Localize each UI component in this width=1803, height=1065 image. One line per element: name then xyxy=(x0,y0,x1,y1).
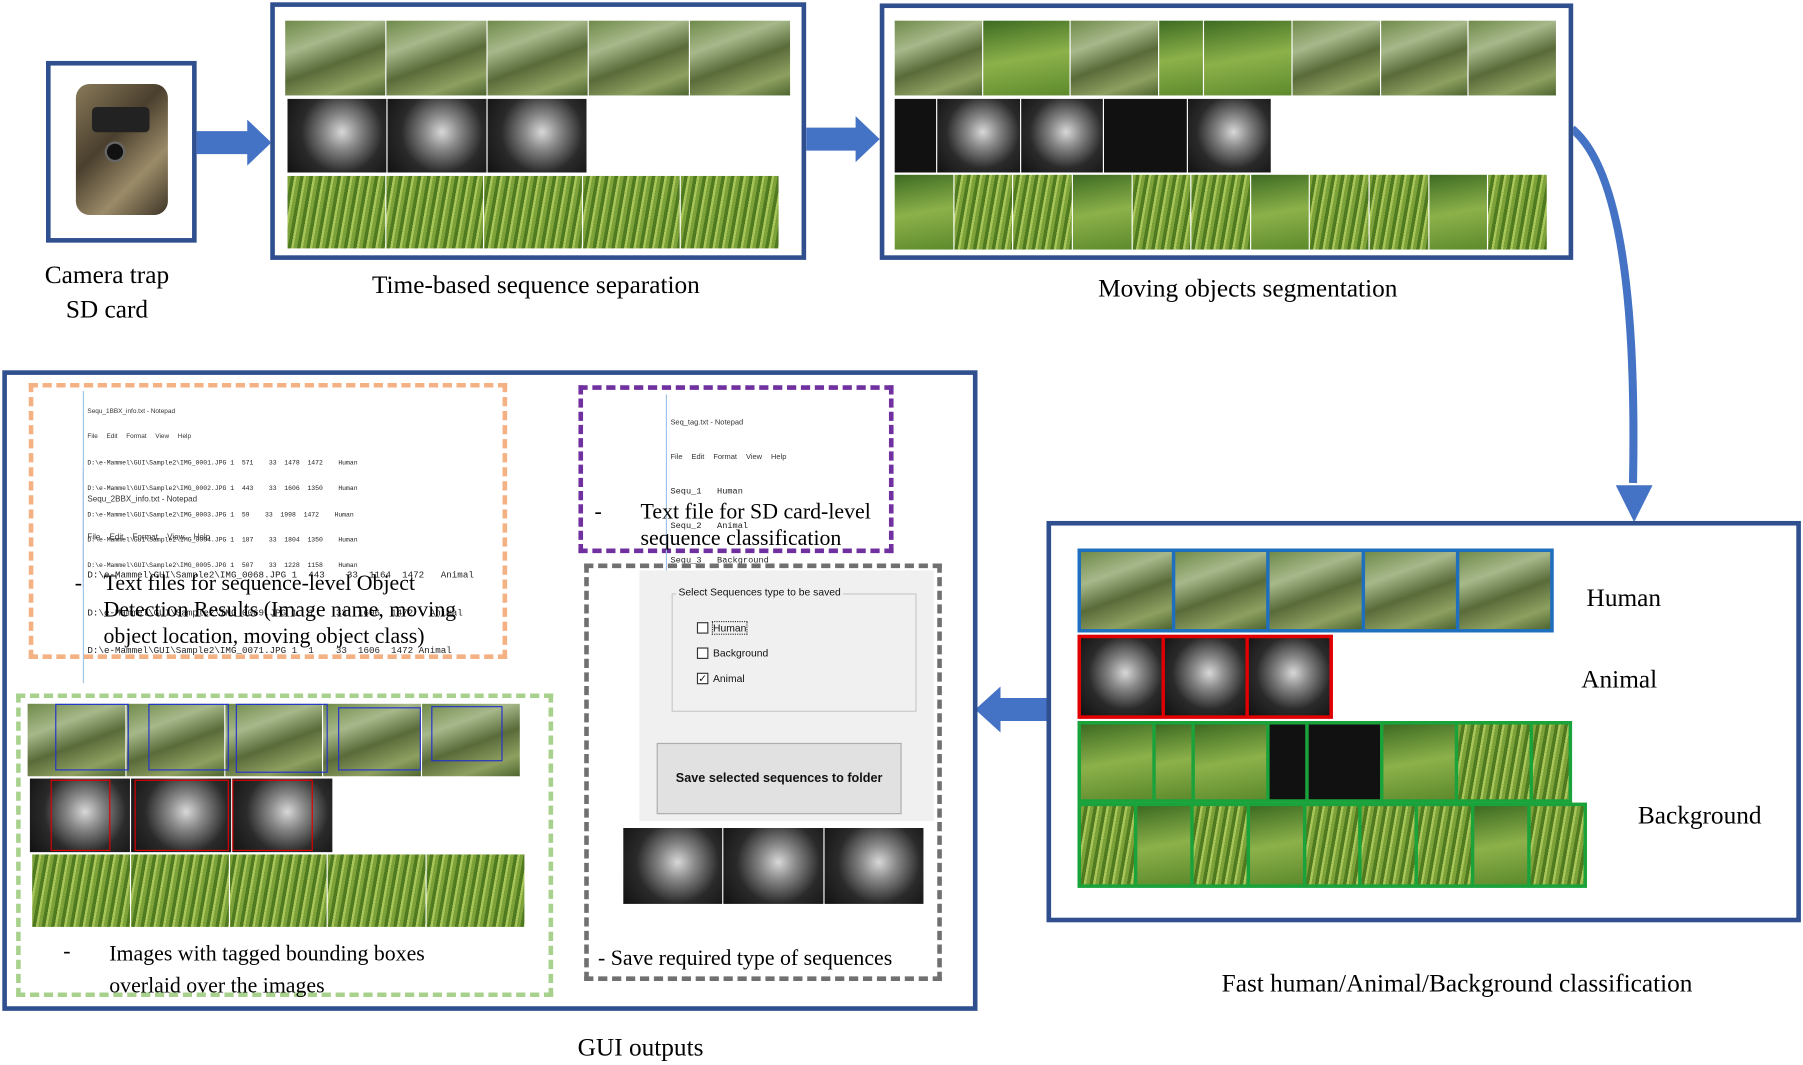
checkbox-animal[interactable]: ✓ Animal xyxy=(696,672,745,685)
text-files-caption: Text files for sequence-level Object Det… xyxy=(103,571,457,649)
bounding-box-animal xyxy=(50,779,111,851)
saved-animal-row xyxy=(623,828,924,904)
checkbox-checked-icon[interactable]: ✓ xyxy=(696,672,709,685)
animal-label: Animal xyxy=(1581,664,1658,694)
time-based-label: Time-based sequence separation xyxy=(371,270,700,299)
animal-sequence-row xyxy=(287,98,587,173)
background-label: Background xyxy=(1637,800,1762,830)
background-sequence-row xyxy=(287,175,779,249)
save-caption: - Save required type of sequences xyxy=(598,946,893,971)
sd-card-dash: - xyxy=(594,500,602,525)
checkbox-unchecked-icon[interactable] xyxy=(696,647,709,659)
checkbox-unchecked-icon[interactable] xyxy=(696,622,709,634)
bounding-box-animal xyxy=(134,779,229,851)
images-caption: Images with tagged bounding boxes overla… xyxy=(109,941,425,999)
human-crops-row xyxy=(894,20,1556,96)
background-crops-row xyxy=(894,174,1547,250)
bounding-box-human xyxy=(235,703,328,773)
animal-class-row xyxy=(1077,634,1333,719)
notepad-seq-tag: Seq_tag.txt - Notepad File Edit Format V… xyxy=(665,394,786,590)
arrow-down-icon xyxy=(1615,485,1653,523)
group-title: Select Sequences type to be saved xyxy=(676,586,844,598)
arrow-right-icon xyxy=(806,116,880,163)
checkbox-background[interactable]: Background xyxy=(696,647,768,659)
human-sequence-row xyxy=(285,20,791,96)
human-class-row xyxy=(1077,548,1554,633)
arrow-left-icon xyxy=(975,686,1049,733)
bounding-box-human xyxy=(55,703,129,771)
text-files-dash: - xyxy=(74,571,83,596)
gui-outputs-label: GUI outputs xyxy=(577,1032,704,1062)
classification-label: Fast human/Animal/Background classificat… xyxy=(1221,968,1693,998)
checkbox-human[interactable]: Human xyxy=(696,620,748,635)
background-class-row-2 xyxy=(1077,802,1587,888)
curved-arrow-icon xyxy=(1569,125,1638,484)
bounding-box-human xyxy=(148,703,229,771)
human-label: Human xyxy=(1586,583,1662,612)
bounding-box-human xyxy=(431,706,503,762)
tagged-background-row xyxy=(32,854,525,927)
arrow-right-icon xyxy=(196,119,272,166)
background-class-row-1 xyxy=(1077,721,1573,803)
animal-crops-row xyxy=(894,98,1271,173)
sd-card-caption: Text file for SD card-level sequence cla… xyxy=(640,500,871,551)
moving-segmentation-label: Moving objects segmentation xyxy=(1098,273,1398,303)
save-selected-button[interactable]: Save selected sequences to folder xyxy=(656,742,902,815)
images-dash: - xyxy=(63,939,71,964)
bounding-box-animal xyxy=(232,779,313,851)
bounding-box-human xyxy=(338,707,421,771)
